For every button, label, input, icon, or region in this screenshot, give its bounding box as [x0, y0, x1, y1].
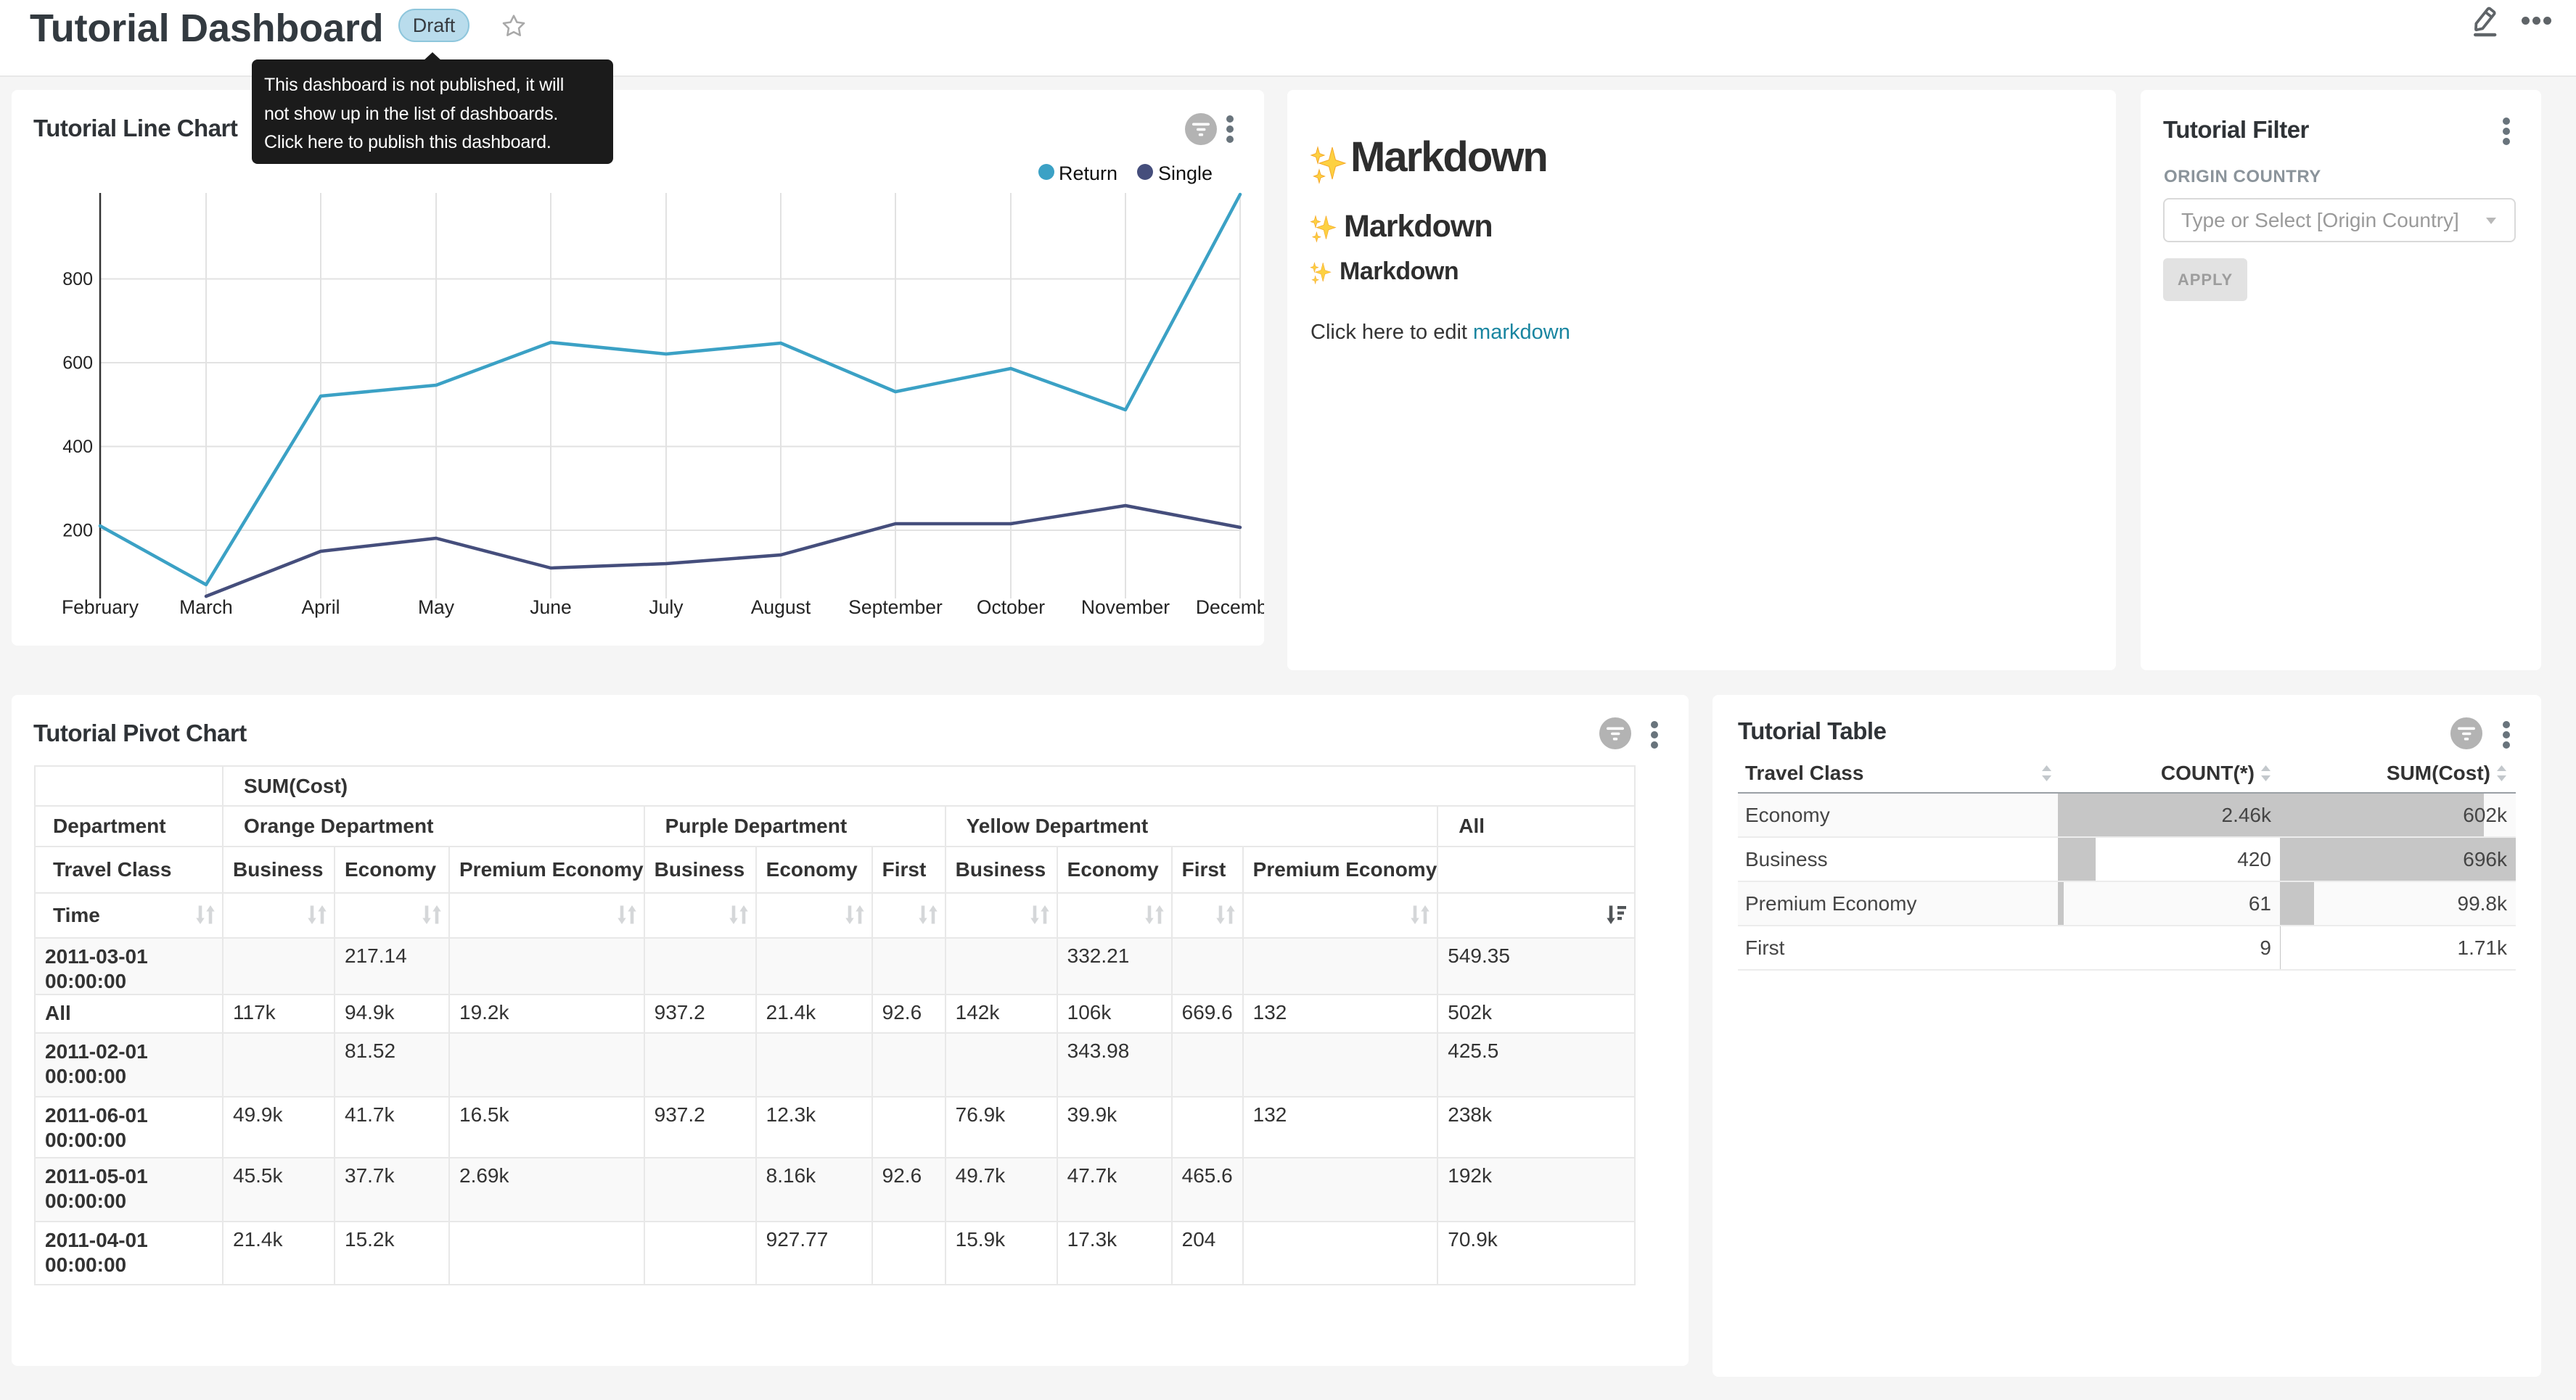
svg-text:July: July — [649, 596, 684, 618]
svg-text:December: December — [1196, 596, 1264, 618]
svg-text:200: 200 — [62, 521, 93, 541]
svg-text:June: June — [530, 596, 571, 618]
svg-text:400: 400 — [62, 437, 93, 457]
svg-text:October: October — [977, 596, 1045, 618]
svg-text:April: April — [301, 596, 340, 618]
svg-text:November: November — [1081, 596, 1170, 618]
svg-text:March: March — [179, 596, 233, 618]
svg-text:February: February — [62, 596, 139, 618]
svg-text:May: May — [418, 596, 455, 618]
svg-text:800: 800 — [62, 269, 93, 289]
svg-text:August: August — [751, 596, 811, 618]
svg-text:600: 600 — [62, 353, 93, 374]
svg-text:September: September — [848, 596, 943, 618]
